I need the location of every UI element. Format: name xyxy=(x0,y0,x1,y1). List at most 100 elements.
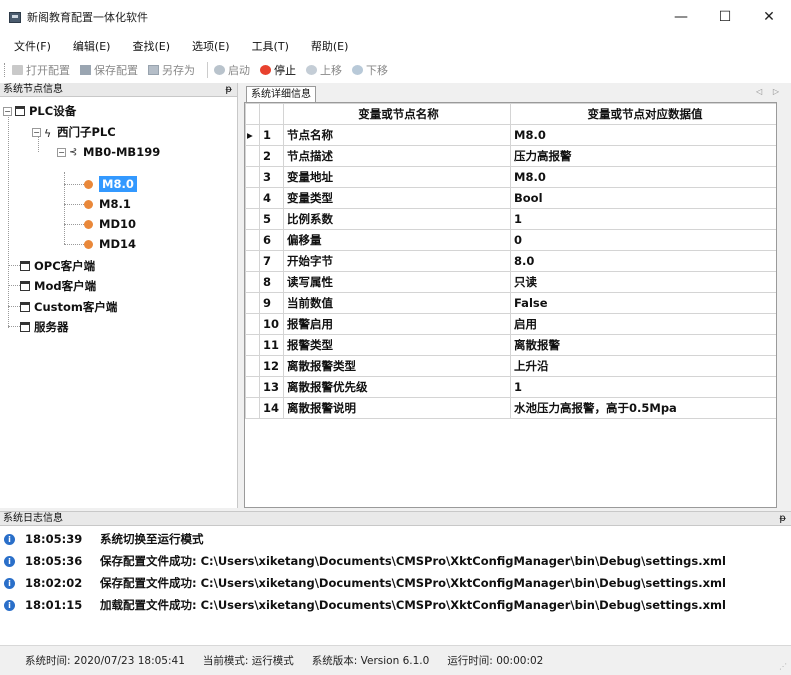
pin-icon[interactable]: ᵽ xyxy=(779,512,786,526)
minimize-button[interactable]: — xyxy=(659,0,703,34)
table-row[interactable]: 7 开始字节 8.0 xyxy=(245,250,776,272)
row-header-cell[interactable] xyxy=(245,145,260,167)
tree-node-m8-0[interactable]: M8.0 xyxy=(84,176,137,192)
table-row[interactable]: ▸ 1 节点名称 M8.0 xyxy=(245,124,776,146)
variable-value-cell: 1 xyxy=(510,376,776,398)
collapse-icon[interactable]: − xyxy=(3,106,12,116)
tree-connector xyxy=(8,111,9,328)
tab-scroll-arrows[interactable]: ◁ ▷ xyxy=(756,87,783,96)
save-as-button[interactable]: 另存为 xyxy=(148,62,195,78)
device-icon xyxy=(15,106,25,116)
tree-node-m8-1[interactable]: M8.1 xyxy=(84,197,131,211)
stop-button[interactable]: 停止 xyxy=(260,62,296,78)
tree-node-mod[interactable]: Mod客户端 xyxy=(20,278,96,294)
row-header-cell[interactable] xyxy=(245,292,260,314)
row-index-cell: 14 xyxy=(259,397,284,419)
arrow-up-icon xyxy=(306,65,317,75)
tree-node-custom[interactable]: Custom客户端 xyxy=(20,299,117,315)
start-button[interactable]: 启动 xyxy=(214,62,250,78)
table-row[interactable]: 2 节点描述 压力高报警 xyxy=(245,145,776,167)
move-down-button[interactable]: 下移 xyxy=(352,62,388,78)
node-tree-title: 系统节点信息 xyxy=(3,84,63,95)
table-row[interactable]: 3 变量地址 M8.0 xyxy=(245,166,776,188)
variable-name-cell: 报警启用 xyxy=(283,313,511,335)
menu-file[interactable]: 文件(F) xyxy=(14,38,51,54)
resize-grip-icon[interactable]: ⋰ xyxy=(779,662,787,671)
row-header-cell[interactable] xyxy=(245,397,260,419)
index-column-header xyxy=(259,103,284,125)
table-row[interactable]: 14 离散报警说明 水池压力高报警，高于0.5Mpa xyxy=(245,397,776,419)
menu-options[interactable]: 选项(E) xyxy=(192,38,230,54)
row-header-cell[interactable] xyxy=(245,334,260,356)
menu-help[interactable]: 帮助(E) xyxy=(311,38,349,54)
table-row[interactable]: 11 报警类型 离散报警 xyxy=(245,334,776,356)
tree-connector xyxy=(8,285,20,286)
variable-name-cell: 变量地址 xyxy=(283,166,511,188)
tree-node-siemens-plc[interactable]: − ϟ 西门子PLC xyxy=(32,124,116,140)
tree-node-md10[interactable]: MD10 xyxy=(84,217,136,231)
log-entry[interactable]: i 18:01:15 加载配置文件成功: C:\Users\xiketang\Doc… xyxy=(0,595,726,615)
menu-find[interactable]: 查找(E) xyxy=(132,38,170,54)
variable-value-cell: 离散报警 xyxy=(510,334,776,356)
column-header-value[interactable]: 变量或节点对应数据值 xyxy=(510,103,776,125)
close-button[interactable]: ✕ xyxy=(747,0,791,34)
row-header-cell[interactable] xyxy=(245,313,260,335)
row-header-cell[interactable] xyxy=(245,187,260,209)
table-row[interactable]: 6 偏移量 0 xyxy=(245,229,776,251)
info-icon: i xyxy=(4,577,15,589)
tab-detail-info[interactable]: 系统详细信息 xyxy=(246,86,316,102)
row-header-cell[interactable] xyxy=(245,376,260,398)
maximize-button[interactable]: ☐ xyxy=(703,0,747,34)
menu-tools[interactable]: 工具(T) xyxy=(252,38,289,54)
collapse-icon[interactable]: − xyxy=(57,147,66,157)
open-config-button[interactable]: 打开配置 xyxy=(12,62,70,78)
row-index-cell: 6 xyxy=(259,229,284,251)
status-bar: 系统时间: 2020/07/23 18:05:41 当前模式: 运行模式 系统版… xyxy=(0,645,791,675)
row-header-cell[interactable] xyxy=(245,229,260,251)
table-row[interactable]: 13 离散报警优先级 1 xyxy=(245,376,776,398)
log-time: 18:01:15 xyxy=(25,598,83,612)
detail-table-body: ▸ 1 节点名称 M8.0 2 节点描述 压力高报警 3 变量地址 M8.0 4 变量类型 Bool 5 比… xyxy=(245,124,776,419)
pin-icon[interactable]: ᵽ xyxy=(225,83,232,97)
log-entry[interactable]: i 18:05:39 系统切换至运行模式 xyxy=(0,529,204,549)
row-index-cell: 1 xyxy=(259,124,284,146)
row-index-cell: 5 xyxy=(259,208,284,230)
node-tree-header: 系统节点信息 ᵽ xyxy=(0,83,237,97)
tree-node-plc-devices[interactable]: − PLC设备 xyxy=(3,103,76,119)
row-header-cell[interactable] xyxy=(245,271,260,293)
move-up-button[interactable]: 上移 xyxy=(306,62,342,78)
folder-icon xyxy=(12,65,23,75)
row-header-cell[interactable] xyxy=(245,166,260,188)
row-index-cell: 12 xyxy=(259,355,284,377)
tree-node-server[interactable]: 服务器 xyxy=(20,319,69,335)
log-entry[interactable]: i 18:05:36 保存配置文件成功: C:\Users\xiketang\Doc… xyxy=(0,551,726,571)
row-header-cell[interactable] xyxy=(245,250,260,272)
tree-node-label: Custom客户端 xyxy=(34,300,118,314)
variable-value-cell: 上升沿 xyxy=(510,355,776,377)
row-header-cell[interactable] xyxy=(245,355,260,377)
tree-connector xyxy=(64,184,84,185)
tree-connector xyxy=(8,326,20,327)
table-row[interactable]: 4 变量类型 Bool xyxy=(245,187,776,209)
toolbar-grip[interactable] xyxy=(4,63,7,77)
tree-node-opc[interactable]: OPC客户端 xyxy=(20,258,95,274)
collapse-icon[interactable]: − xyxy=(32,127,41,137)
table-row[interactable]: 10 报警启用 启用 xyxy=(245,313,776,335)
table-row[interactable]: 12 离散报警类型 上升沿 xyxy=(245,355,776,377)
table-row[interactable]: 5 比例系数 1 xyxy=(245,208,776,230)
row-header-cell[interactable] xyxy=(245,208,260,230)
row-header-cell[interactable]: ▸ xyxy=(245,124,260,146)
menu-edit[interactable]: 编辑(E) xyxy=(73,38,111,54)
tree-node-md14[interactable]: MD14 xyxy=(84,237,136,251)
log-entry[interactable]: i 18:02:02 保存配置文件成功: C:\Users\xiketang\Doc… xyxy=(0,573,726,593)
tree-node-group[interactable]: − ⊰ MB0-MB199 xyxy=(57,145,160,159)
column-header-name[interactable]: 变量或节点名称 xyxy=(283,103,511,125)
log-message: 保存配置文件成功: C:\Users\xiketang\Documents\CM… xyxy=(100,554,726,568)
table-row[interactable]: 8 读写属性 只读 xyxy=(245,271,776,293)
table-row[interactable]: 9 当前数值 False xyxy=(245,292,776,314)
status-current-mode: 当前模式: 运行模式 xyxy=(202,655,294,667)
log-panel: 系统日志信息 ᵽ i 18:05:39 系统切换至运行模式 i 18:05:36 保存配置… xyxy=(0,511,791,645)
save-config-button[interactable]: 保存配置 xyxy=(80,62,138,78)
detail-tabstrip: 系统详细信息 ◁ ▷ xyxy=(242,83,791,102)
device-icon xyxy=(20,302,30,312)
